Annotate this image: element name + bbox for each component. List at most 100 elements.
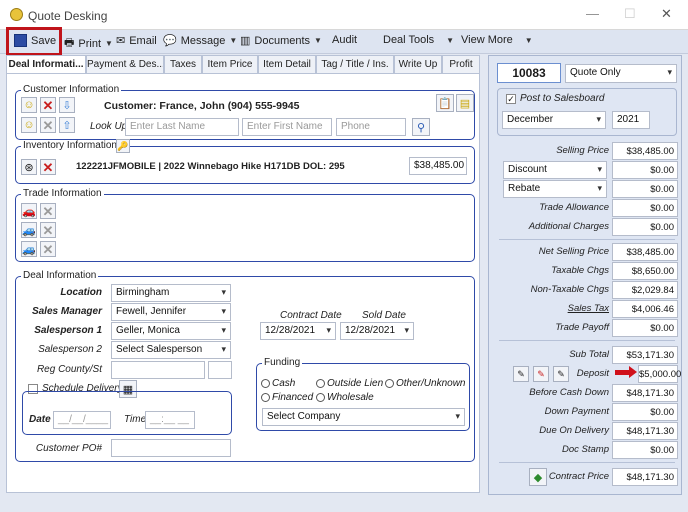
tab-item-detail[interactable]: Item Detail [258,55,316,74]
move-up-button[interactable]: ⇧ [59,117,75,133]
add-trade-1-button[interactable]: 🚗 [21,203,37,219]
deal-tools-button[interactable]: Deal Tools ▼ [383,34,454,46]
funding-wholesale-radio[interactable]: Wholesale [316,392,374,403]
rebate-select[interactable]: Rebate [503,180,607,198]
notes-button[interactable]: ▤ [456,94,474,112]
discount-value[interactable]: $0.00 [612,161,678,179]
funding-financed-radio[interactable]: Financed [261,392,313,403]
add-customer-button[interactable]: ☺ [21,97,37,113]
sub-total-label: Sub Total [569,349,609,360]
post-to-salesboard-checkbox[interactable]: ✓ [506,94,516,104]
remove-inventory-button[interactable]: ✕ [40,159,56,175]
post-to-salesboard-label: Post to Salesboard [520,93,605,104]
deposit-delete-button[interactable]: ✎ [533,366,549,382]
remove-co-buyer-button[interactable]: ✕ [40,117,56,133]
net-selling-price-label: Net Selling Price [538,246,609,257]
rebate-value[interactable]: $0.00 [612,180,678,198]
tab-payment[interactable]: Payment & Des... [86,55,164,74]
car-icon: 🚗 [22,205,36,218]
last-name-input[interactable]: Enter Last Name [125,118,239,136]
toolbar: Save 🖶 Print ▼ ✉ Email 💬 Message ▼ ▥ Doc… [0,30,688,54]
view-more-label: View More [461,34,513,46]
doc-stamp-value[interactable]: $0.00 [612,441,678,459]
trade-payoff-value[interactable]: $0.00 [612,319,678,337]
trade-allowance-value[interactable]: $0.00 [612,199,678,217]
location-select[interactable]: Birmingham [111,284,231,302]
tab-deal-information[interactable]: Deal Informati... [6,55,86,75]
inventory-lookup-button[interactable]: 🔑 [116,139,130,153]
contract-date-select[interactable]: 12/28/2021 [260,322,336,340]
delete-icon: ✕ [42,222,54,238]
message-button[interactable]: 💬 Message ▼ [163,34,237,48]
arrow-down-icon: ⇩ [62,99,72,112]
tab-tag-title-ins[interactable]: Tag / Title / Ins. [316,55,394,74]
customer-information-group: Customer Information ☺ ✕ ⇩ ☺ ✕ ⇧ Custome… [15,84,475,140]
month-select[interactable]: December [502,111,606,129]
customer-po-input[interactable] [111,439,231,457]
steering-wheel-button[interactable]: ⊛ [21,159,37,175]
additional-charges-value[interactable]: $0.00 [612,218,678,236]
audit-button[interactable]: Audit [332,34,357,46]
funding-outside-lien-radio[interactable]: Outside Lien [316,378,383,389]
phone-input[interactable]: Phone [336,118,406,136]
down-payment-value[interactable]: $0.00 [612,403,678,421]
clipboard-button[interactable]: 📋 [436,94,454,112]
delivery-date-input[interactable]: __/__/____ [53,411,111,429]
print-label: Print [78,37,102,50]
remove-trade-1-button[interactable]: ✕ [40,203,56,219]
trade-payoff-row: Trade Payoff $0.00 [489,319,683,337]
sold-date-select[interactable]: 12/28/2021 [340,322,414,340]
delivery-time-input[interactable]: __:__ __ [145,411,195,429]
window-title: Quote Desking [28,9,108,23]
funding-cash-radio[interactable]: Cash [261,378,295,389]
inventory-price: $38,485.00 [409,157,467,175]
reg-county-input[interactable] [111,361,205,379]
taxable-chgs-label: Taxable Chgs [551,265,609,276]
tab-taxes[interactable]: Taxes [164,55,202,74]
remove-trade-3-button[interactable]: ✕ [40,241,56,257]
contract-price-button[interactable]: ◆ [529,468,547,486]
view-more-button[interactable]: View More ▼ [461,34,533,46]
sales-manager-select[interactable]: Fewell, Jennifer [111,303,231,321]
tab-profit[interactable]: Profit [442,55,480,74]
select-company-select[interactable]: Select Company [262,408,465,426]
move-down-button[interactable]: ⇩ [59,97,75,113]
add-trade-3-button[interactable]: 🚙 [21,241,37,257]
funding-group: Funding Cash Outside Lien Other/Unknown … [256,357,470,431]
taxable-chgs-row: Taxable Chgs $8,650.00 [489,262,683,280]
delete-icon: ✕ [42,203,54,219]
remove-trade-2-button[interactable]: ✕ [40,222,56,238]
tab-write-up[interactable]: Write Up [394,55,442,74]
funding-other-radio[interactable]: Other/Unknown [385,378,465,389]
selling-price-row: Selling Price $38,485.00 [489,142,683,160]
minimize-icon[interactable]: — [586,6,599,21]
sales-tax-link[interactable]: Sales Tax [568,303,609,314]
date-label: Date [29,414,51,425]
close-icon[interactable]: ✕ [661,6,672,22]
email-button[interactable]: ✉ Email [116,34,157,48]
documents-button[interactable]: ▥ Documents ▼ [240,34,322,48]
deposit-print-button[interactable]: ✎ [553,366,569,382]
add-co-buyer-button[interactable]: ☺ [21,117,37,133]
customer-search-button[interactable]: ⚲ [412,118,430,136]
quote-type-select[interactable]: Quote Only [565,64,677,83]
first-name-input[interactable]: Enter First Name [242,118,332,136]
separator [499,462,675,463]
car-icon: 🚙 [22,243,36,256]
sold-date-label: Sold Date [362,310,406,321]
tab-item-price[interactable]: Item Price [202,55,258,74]
year-input[interactable]: 2021 [612,111,650,129]
salesperson1-select[interactable]: Geller, Monica [111,322,231,340]
add-trade-2-button[interactable]: 🚙 [21,222,37,238]
deal-information-legend: Deal Information [21,270,99,281]
sub-total-row: Sub Total $53,171.30 [489,346,683,364]
discount-select[interactable]: Discount [503,161,607,179]
deposit-edit-button[interactable]: ✎ [513,366,529,382]
print-button[interactable]: 🖶 Print ▼ [64,34,113,53]
remove-customer-button[interactable]: ✕ [40,97,56,113]
salesperson2-select[interactable]: Select Salesperson [111,341,231,359]
maximize-icon[interactable]: ☐ [624,6,636,22]
before-cash-down-row: Before Cash Down $48,171.30 [489,384,683,402]
reg-state-input[interactable] [208,361,232,379]
selling-price-value[interactable]: $38,485.00 [612,142,678,160]
